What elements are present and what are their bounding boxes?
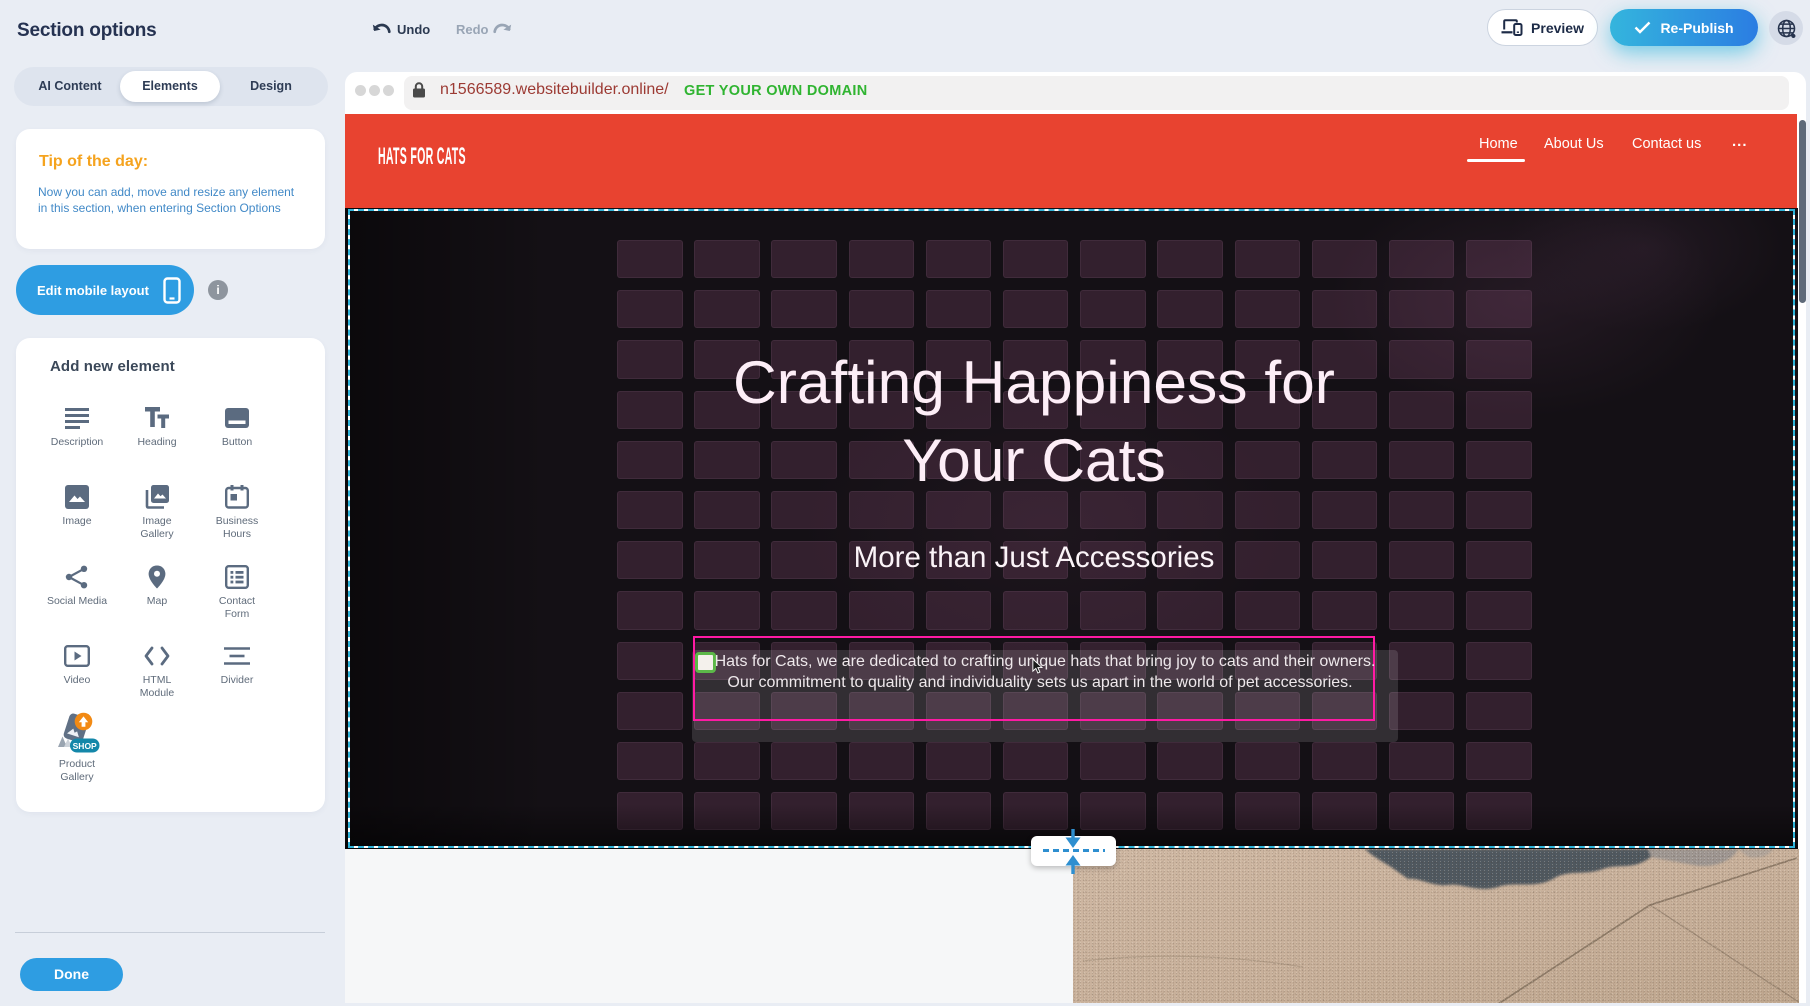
svg-text:SHOP: SHOP [73, 741, 97, 751]
